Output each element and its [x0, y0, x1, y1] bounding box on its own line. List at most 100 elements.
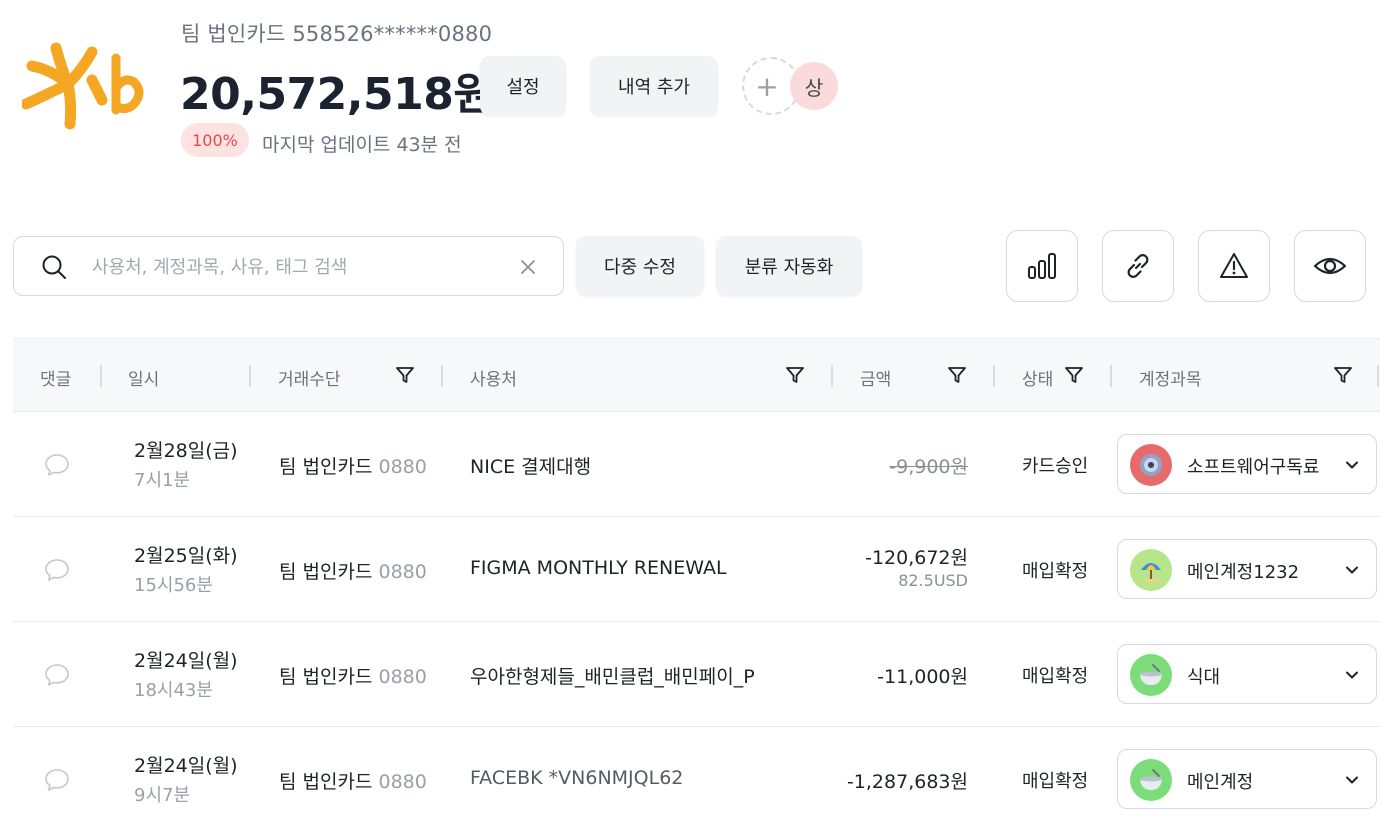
- comment-icon[interactable]: [44, 557, 70, 583]
- chevron-down-icon: [1346, 461, 1358, 469]
- merchant-name: FIGMA MONTHLY RENEWAL: [470, 557, 727, 579]
- transaction-status: 카드승인: [1022, 456, 1089, 477]
- payment-method: 팀 법인카드 0880: [279, 767, 427, 794]
- bowl-icon: [1130, 759, 1172, 801]
- column-divider[interactable]: [441, 365, 443, 387]
- card-last4: 0880: [378, 771, 427, 793]
- comment-icon[interactable]: [44, 452, 70, 478]
- transaction-time: 9시7분: [134, 785, 191, 806]
- table-row[interactable]: 2월24일(월) 9시7분 팀 법인카드 0880 FACEBK *VN6NMJ…: [13, 727, 1380, 815]
- chevron-down-icon: [1346, 566, 1358, 574]
- account-label: 식대: [1187, 667, 1221, 688]
- transaction-status: 매입확정: [1022, 666, 1089, 687]
- search-box[interactable]: [13, 236, 564, 296]
- usage-percent-badge: 100%: [181, 123, 249, 157]
- card-name: 팀 법인카드 558526******0880: [181, 22, 493, 46]
- bowl-icon: [1130, 654, 1172, 696]
- account-label: 메인계정1232: [1187, 562, 1300, 583]
- merchant-name: 우아한형제들_배민클럽_배민페이_P: [470, 666, 755, 688]
- search-input[interactable]: [92, 251, 492, 283]
- card-last4: 0880: [378, 666, 427, 688]
- transaction-date: 2월28일(금): [134, 440, 238, 462]
- column-divider[interactable]: [831, 365, 833, 387]
- header-account[interactable]: 계정과목: [1139, 365, 1202, 390]
- comment-icon[interactable]: [44, 767, 70, 793]
- last-update-text: 마지막 업데이트 43분 전: [262, 134, 462, 156]
- payment-method: 팀 법인카드 0880: [279, 452, 427, 479]
- foreign-amount: 82.5USD: [898, 571, 968, 590]
- header-status[interactable]: 상태: [1022, 365, 1053, 390]
- payment-method: 팀 법인카드 0880: [279, 557, 427, 584]
- header-merchant[interactable]: 사용처: [470, 365, 517, 390]
- card-name: 팀 법인카드: [279, 771, 373, 793]
- member-avatar[interactable]: 상: [790, 62, 838, 110]
- kb-logo: [22, 42, 144, 130]
- column-divider[interactable]: [249, 365, 251, 387]
- transaction-status: 매입확정: [1022, 771, 1089, 792]
- account-label: 메인계정: [1187, 772, 1254, 793]
- card-name: 팀 법인카드: [279, 456, 373, 478]
- filter-icon[interactable]: [947, 365, 967, 385]
- link-icon: [1127, 254, 1149, 278]
- transaction-amount: -11,000원: [877, 666, 968, 688]
- transaction-status: 매입확정: [1022, 561, 1089, 582]
- chevron-down-icon: [1346, 776, 1358, 784]
- comment-icon[interactable]: [44, 662, 70, 688]
- table-row[interactable]: 2월24일(월) 18시43분 팀 법인카드 0880 우아한형제들_배민클럽_…: [13, 622, 1380, 727]
- warning-icon: [1220, 253, 1248, 278]
- transaction-date: 2월24일(월): [134, 755, 238, 777]
- account-dropdown[interactable]: 메인계정: [1117, 749, 1377, 809]
- card-name: 팀 법인카드: [279, 561, 373, 583]
- settings-button[interactable]: 설정: [480, 56, 566, 116]
- account-dropdown[interactable]: 식대: [1117, 644, 1377, 704]
- beach-umbrella-icon: [1130, 549, 1172, 591]
- filter-icon[interactable]: [395, 365, 415, 385]
- chevron-down-icon: [1346, 671, 1358, 679]
- table-row[interactable]: 2월25일(화) 15시56분 팀 법인카드 0880 FIGMA MONTHL…: [13, 517, 1380, 622]
- transaction-date: 2월24일(월): [134, 650, 238, 672]
- transaction-amount: -9,900원: [889, 456, 968, 478]
- header-payment[interactable]: 거래수단: [278, 365, 341, 390]
- account-dropdown[interactable]: 메인계정1232: [1117, 539, 1377, 599]
- transaction-amount: -1,287,683원: [846, 771, 968, 793]
- card-name: 팀 법인카드: [279, 666, 373, 688]
- plus-icon: +: [755, 69, 779, 103]
- merchant-name: FACEBK *VN6NMJQL62: [470, 767, 684, 789]
- column-divider[interactable]: [100, 365, 102, 387]
- transaction-amount: -120,672원: [865, 547, 968, 569]
- header-comment: 댓글: [40, 370, 72, 390]
- search-icon: [42, 255, 66, 279]
- transaction-time: 7시1분: [134, 470, 191, 491]
- link-button[interactable]: [1102, 230, 1174, 302]
- header-datetime[interactable]: 일시: [128, 365, 159, 390]
- account-dropdown[interactable]: 소프트웨어구독료: [1117, 434, 1377, 494]
- card-last4: 0880: [378, 456, 427, 478]
- transaction-time: 15시56분: [134, 575, 213, 596]
- bar-chart-icon: [1028, 253, 1056, 279]
- column-divider[interactable]: [993, 365, 995, 387]
- add-history-button[interactable]: 내역 추가: [590, 56, 718, 116]
- table-row[interactable]: 2월28일(금) 7시1분 팀 법인카드 0880 NICE 결제대행 -9,9…: [13, 412, 1380, 517]
- column-divider[interactable]: [1110, 365, 1112, 387]
- disc-icon: [1130, 444, 1172, 486]
- eye-icon: [1313, 257, 1347, 275]
- filter-icon[interactable]: [1333, 365, 1353, 385]
- auto-classify-button[interactable]: 분류 자동화: [716, 236, 862, 296]
- card-last4: 0880: [378, 561, 427, 583]
- account-label: 소프트웨어구독료: [1187, 457, 1320, 478]
- visibility-button[interactable]: [1294, 230, 1366, 302]
- clear-icon[interactable]: [518, 257, 538, 277]
- filter-icon[interactable]: [1064, 365, 1084, 385]
- column-divider[interactable]: [1377, 365, 1379, 387]
- table-header: 댓글 일시 거래수단 사용처 금액 상태 계정과목: [13, 338, 1380, 412]
- card-balance: 20,572,518원: [180, 69, 494, 120]
- statistics-button[interactable]: [1006, 230, 1078, 302]
- warning-button[interactable]: [1198, 230, 1270, 302]
- bulk-edit-button[interactable]: 다중 수정: [576, 236, 704, 296]
- header-amount[interactable]: 금액: [860, 365, 891, 390]
- merchant-name: NICE 결제대행: [470, 456, 592, 478]
- transaction-date: 2월25일(화): [134, 545, 238, 567]
- payment-method: 팀 법인카드 0880: [279, 662, 427, 689]
- filter-icon[interactable]: [785, 365, 805, 385]
- transaction-time: 18시43분: [134, 680, 213, 701]
